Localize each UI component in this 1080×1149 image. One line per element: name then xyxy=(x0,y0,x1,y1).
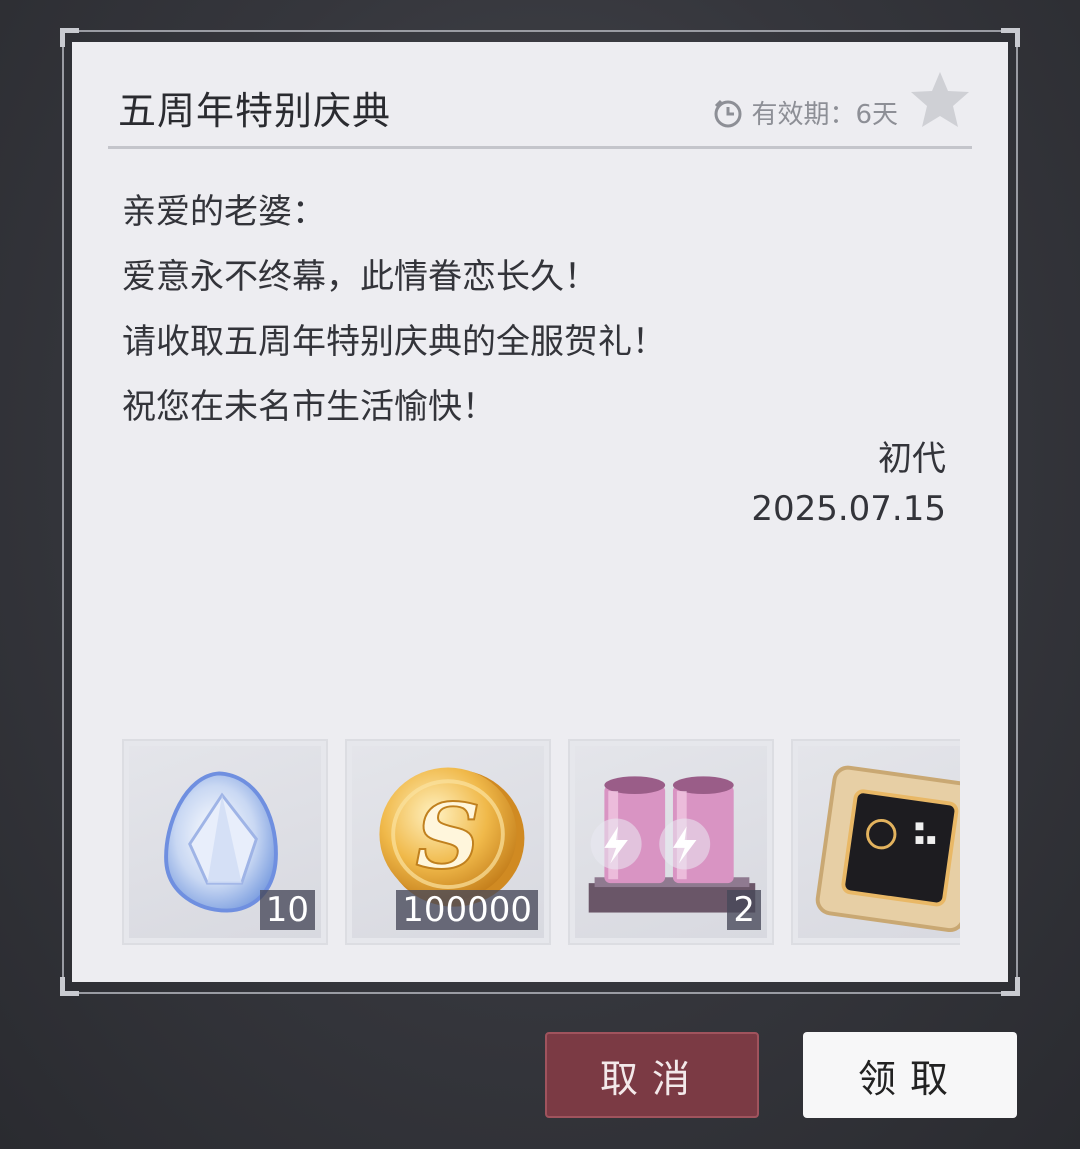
reward-list[interactable]: 10 S 100000 2 xyxy=(122,739,960,945)
title-divider xyxy=(108,146,972,149)
validity-text: 有效期：6天 xyxy=(751,100,898,130)
validity-info: 有效期：6天 xyxy=(713,94,898,131)
mail-body: 亲爱的老婆： 爱意永不终幕，此情眷恋长久！ 请收取五周年特别庆典的全服贺礼！ 祝… xyxy=(122,180,666,440)
mail-signature-block: 初代 2025.07.15 xyxy=(751,434,946,534)
chip-card-icon xyxy=(815,765,960,933)
reward-qty: 100000 xyxy=(396,890,538,930)
mail-date: 2025.07.15 xyxy=(751,489,946,529)
claim-button[interactable]: 领取 xyxy=(803,1032,1017,1118)
mail-sender: 初代 xyxy=(878,439,946,479)
reward-slot[interactable]: 2 xyxy=(568,739,774,945)
star-icon[interactable] xyxy=(908,68,972,132)
mail-panel: 五周年特别庆典 有效期：6天 亲爱的老婆： 爱意永不终幕，此情眷恋长久！ 请收取… xyxy=(72,42,1008,982)
cancel-button[interactable]: 取消 xyxy=(545,1032,759,1118)
reward-slot[interactable]: S 100000 xyxy=(345,739,551,945)
mail-title: 五周年特别庆典 xyxy=(118,89,392,133)
reward-slot[interactable]: 10 xyxy=(122,739,328,945)
body-line: 请收取五周年特别庆典的全服贺礼！ xyxy=(122,322,666,362)
body-line: 爱意永不终幕，此情眷恋长久！ xyxy=(122,257,598,297)
reward-slot[interactable]: 5 xyxy=(791,739,960,945)
svg-text:S: S xyxy=(415,783,480,889)
reward-qty: 10 xyxy=(259,890,315,930)
body-line: 亲爱的老婆： xyxy=(122,192,326,232)
reward-qty: 2 xyxy=(727,890,761,930)
clock-icon xyxy=(714,99,742,127)
body-line: 祝您在未名市生活愉快！ xyxy=(122,387,496,427)
